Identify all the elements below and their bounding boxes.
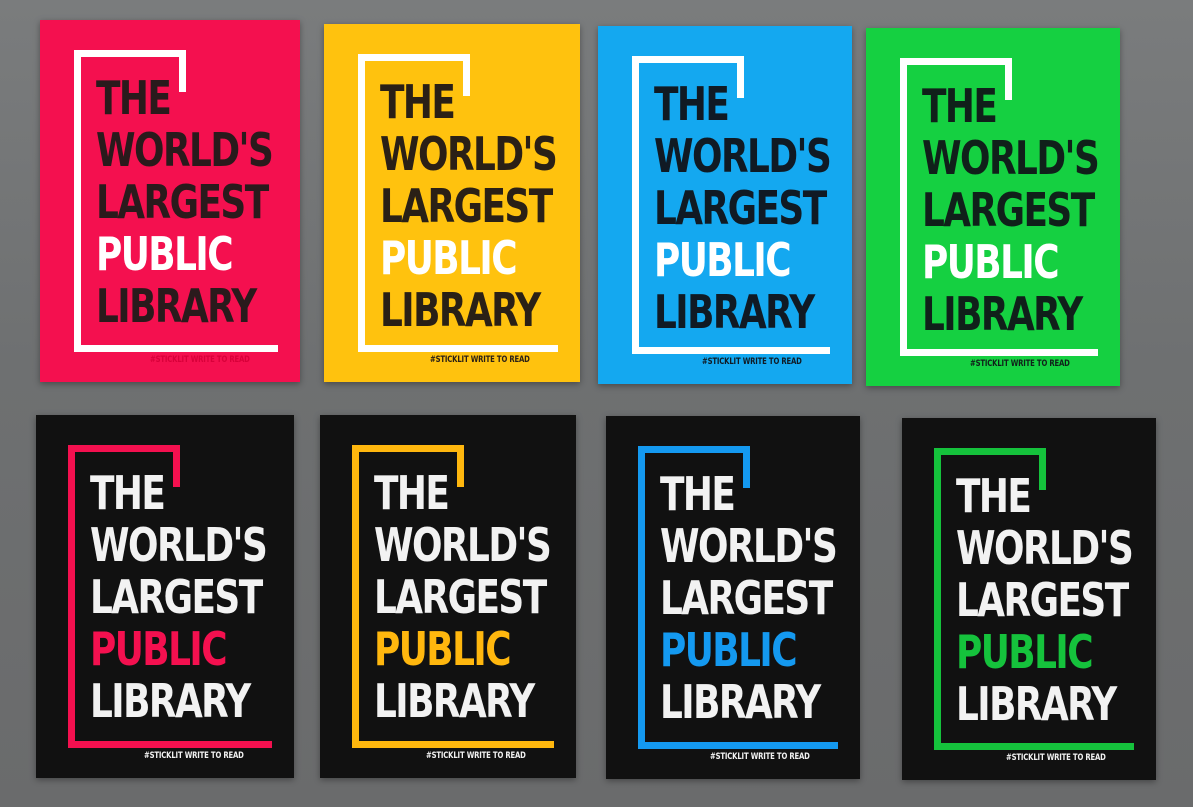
bracket-top-bar xyxy=(900,58,1012,65)
title-line: PUBLIC xyxy=(922,235,1060,289)
title-line: THE xyxy=(654,77,730,131)
bracket-top-bar xyxy=(638,446,750,453)
title-line: PUBLIC xyxy=(374,622,512,676)
title-line: PUBLIC xyxy=(90,622,228,676)
title-line: WORLD'S xyxy=(922,131,1100,185)
title-line: PUBLIC xyxy=(660,623,798,677)
bracket-top-bar xyxy=(358,54,470,61)
title-line: WORLD'S xyxy=(96,123,274,177)
title-line: THE xyxy=(380,75,456,129)
title-line: LARGEST xyxy=(374,570,547,624)
title-line: THE xyxy=(90,466,166,520)
title-line: WORLD'S xyxy=(90,518,268,572)
sticker-poster: THE WORLD'S LARGEST PUBLIC LIBRARY #STICKLIT … xyxy=(40,20,300,382)
title-line: THE xyxy=(660,467,736,521)
sticker-poster: THE WORLD'S LARGEST PUBLIC LIBRARY #STICKLIT … xyxy=(36,415,294,778)
poster-title: THE WORLD'S LARGEST PUBLIC LIBRARY xyxy=(380,75,558,337)
title-line: LARGEST xyxy=(654,181,827,235)
title-line: LIBRARY xyxy=(956,677,1117,731)
sticker-poster: THE WORLD'S LARGEST PUBLIC LIBRARY #STICKLIT … xyxy=(866,28,1120,386)
title-line: LARGEST xyxy=(380,179,553,233)
sticker-poster: THE WORLD'S LARGEST PUBLIC LIBRARY #STICKLIT … xyxy=(902,418,1156,780)
sticker-poster: THE WORLD'S LARGEST PUBLIC LIBRARY #STICKLIT … xyxy=(320,415,576,778)
title-line: WORLD'S xyxy=(956,521,1134,575)
title-line: PUBLIC xyxy=(96,227,234,281)
sticker-poster: THE WORLD'S LARGEST PUBLIC LIBRARY #STICKLIT … xyxy=(606,416,860,779)
title-line: LIBRARY xyxy=(374,674,535,728)
poster-title: THE WORLD'S LARGEST PUBLIC LIBRARY xyxy=(96,71,274,333)
title-line: LIBRARY xyxy=(654,285,815,339)
title-line: LARGEST xyxy=(956,573,1129,627)
bracket-top-bar xyxy=(74,50,186,57)
poster-title: THE WORLD'S LARGEST PUBLIC LIBRARY xyxy=(654,77,832,339)
hashtag-tagline: #STICKLIT WRITE TO READ xyxy=(430,355,530,365)
bracket-top-bar xyxy=(632,56,744,63)
title-line: THE xyxy=(956,469,1032,523)
title-line: WORLD'S xyxy=(374,518,552,572)
hashtag-tagline: #STICKLIT WRITE TO READ xyxy=(1006,753,1106,763)
title-line: WORLD'S xyxy=(660,519,838,573)
poster-title: THE WORLD'S LARGEST PUBLIC LIBRARY xyxy=(90,466,268,728)
title-line: WORLD'S xyxy=(654,129,832,183)
title-line: THE xyxy=(922,79,998,133)
hashtag-tagline: #STICKLIT WRITE TO READ xyxy=(702,357,802,367)
title-line: THE xyxy=(96,71,172,125)
sticker-poster: THE WORLD'S LARGEST PUBLIC LIBRARY #STICKLIT … xyxy=(324,24,580,382)
title-line: THE xyxy=(374,466,450,520)
title-line: LIBRARY xyxy=(922,287,1083,341)
title-line: PUBLIC xyxy=(654,233,792,287)
title-line: PUBLIC xyxy=(956,625,1094,679)
sticker-poster: THE WORLD'S LARGEST PUBLIC LIBRARY #STICKLIT … xyxy=(598,26,852,384)
hashtag-tagline: #STICKLIT WRITE TO READ xyxy=(150,355,250,365)
hashtag-tagline: #STICKLIT WRITE TO READ xyxy=(970,359,1070,369)
title-line: LIBRARY xyxy=(90,674,251,728)
poster-title: THE WORLD'S LARGEST PUBLIC LIBRARY xyxy=(374,466,552,728)
poster-title: THE WORLD'S LARGEST PUBLIC LIBRARY xyxy=(660,467,838,729)
hashtag-tagline: #STICKLIT WRITE TO READ xyxy=(144,751,244,761)
title-line: LARGEST xyxy=(922,183,1095,237)
title-line: WORLD'S xyxy=(380,127,558,181)
title-line: LARGEST xyxy=(90,570,263,624)
title-line: LIBRARY xyxy=(380,283,541,337)
hashtag-tagline: #STICKLIT WRITE TO READ xyxy=(426,751,526,761)
title-line: LARGEST xyxy=(96,175,269,229)
poster-title: THE WORLD'S LARGEST PUBLIC LIBRARY xyxy=(956,469,1134,731)
poster-title: THE WORLD'S LARGEST PUBLIC LIBRARY xyxy=(922,79,1100,341)
bracket-top-bar xyxy=(68,445,180,452)
title-line: LIBRARY xyxy=(660,675,821,729)
title-line: PUBLIC xyxy=(380,231,518,285)
hashtag-tagline: #STICKLIT WRITE TO READ xyxy=(710,752,810,762)
title-line: LIBRARY xyxy=(96,279,257,333)
title-line: LARGEST xyxy=(660,571,833,625)
bracket-top-bar xyxy=(934,448,1046,455)
bracket-top-bar xyxy=(352,445,464,452)
